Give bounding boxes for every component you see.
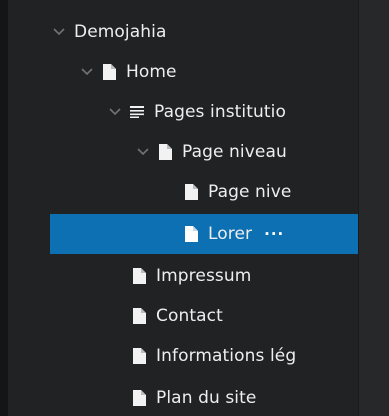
tree-item-pages-institutionnelles[interactable]: Pages institutio	[8, 92, 359, 132]
panel-edge	[0, 0, 8, 416]
tree-item-contact[interactable]: Contact	[8, 296, 359, 336]
chevron-down-icon[interactable]	[52, 25, 66, 39]
scrollbar[interactable]	[358, 0, 389, 416]
chevron-down-icon[interactable]	[136, 145, 150, 159]
list-icon	[130, 103, 144, 121]
document-icon	[184, 183, 198, 201]
page-tree-panel: Demojahia Home Pages institutio Page niv…	[0, 0, 389, 416]
tree-item-label: Home	[126, 62, 177, 82]
tree-item-label: Contact	[156, 306, 223, 326]
chevron-down-icon[interactable]	[108, 105, 122, 119]
tree-item-impressum[interactable]: Impressum	[8, 256, 359, 296]
document-icon	[132, 267, 146, 285]
document-icon	[132, 347, 146, 365]
tree-item-home[interactable]: Home	[8, 52, 359, 92]
tree-item-label: Informations lég	[156, 346, 297, 366]
tree-item-page-niveau-child[interactable]: Page nive	[8, 172, 359, 212]
document-icon	[158, 143, 172, 161]
document-icon	[184, 225, 198, 243]
tree-item-label: Lorer	[208, 224, 253, 244]
tree-item-label: Page nive	[208, 182, 292, 202]
tree-item-label: Demojahia	[74, 22, 167, 42]
tree-item-informations-legales[interactable]: Informations lég	[8, 336, 359, 376]
tree-item-plan-du-site[interactable]: Plan du site	[8, 378, 359, 416]
document-icon	[132, 389, 146, 407]
tree-item-label: Impressum	[156, 266, 252, 286]
tree-item-lorer[interactable]: Lorer ···	[50, 214, 359, 254]
tree-item-page-niveau[interactable]: Page niveau	[8, 132, 359, 172]
tree-item-label: Plan du site	[156, 388, 257, 408]
document-icon	[132, 307, 146, 325]
tree-item-label: Pages institutio	[154, 102, 286, 122]
document-icon	[102, 63, 116, 81]
page-tree: Demojahia Home Pages institutio Page niv…	[8, 0, 359, 416]
more-actions-button[interactable]: ···	[264, 225, 284, 243]
tree-item-demojahia[interactable]: Demojahia	[8, 12, 359, 52]
tree-item-label: Page niveau	[182, 142, 287, 162]
chevron-down-icon[interactable]	[80, 65, 94, 79]
